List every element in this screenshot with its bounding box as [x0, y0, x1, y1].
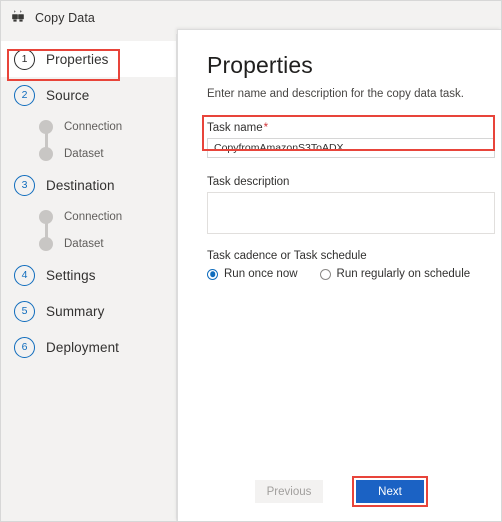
page-subtitle: Enter name and description for the copy …: [207, 88, 464, 100]
step-label: Summary: [46, 303, 105, 319]
properties-panel: Properties Enter name and description fo…: [177, 29, 501, 521]
step-number-badge: 6: [14, 336, 35, 358]
window-title: Copy Data: [35, 10, 95, 25]
destination-substeps: Connection Dataset: [1, 203, 176, 257]
task-cadence-group: Task cadence or Task schedule Run once n…: [207, 250, 501, 280]
next-button[interactable]: Next: [356, 480, 424, 503]
substep-dot-icon: [39, 209, 53, 224]
sidebar-step-source[interactable]: 2 Source: [1, 77, 176, 113]
task-description-input[interactable]: [207, 192, 495, 234]
step-label: Settings: [46, 267, 96, 283]
sidebar-step-settings[interactable]: 4 Settings: [1, 257, 176, 293]
task-name-field-group: Task name* CopyfromAmazonS3ToADX: [207, 122, 501, 158]
substep-destination-dataset[interactable]: Dataset: [39, 230, 176, 257]
previous-button-wrap: Previous: [251, 476, 327, 507]
radio-selected-icon: [207, 268, 218, 280]
sidebar-step-destination[interactable]: 3 Destination: [1, 167, 176, 203]
substep-source-connection[interactable]: Connection: [39, 113, 176, 140]
step-number-badge: 4: [14, 264, 35, 286]
task-description-field-group: Task description: [207, 176, 501, 234]
sidebar-step-summary[interactable]: 5 Summary: [1, 293, 176, 329]
substep-source-dataset[interactable]: Dataset: [39, 140, 176, 167]
substep-label: Dataset: [64, 147, 104, 160]
step-label: Properties: [46, 51, 109, 67]
substep-dot-icon: [39, 236, 53, 251]
radio-label: Run regularly on schedule: [336, 268, 471, 280]
task-name-input[interactable]: CopyfromAmazonS3ToADX: [207, 138, 495, 158]
sidebar-step-properties[interactable]: 1 Properties: [1, 41, 176, 77]
task-cadence-radio-group: Run once now Run regularly on schedule: [207, 268, 501, 280]
substep-dot-icon: [39, 146, 53, 161]
task-name-label: Task name*: [207, 122, 501, 134]
substep-label: Dataset: [64, 237, 104, 250]
step-label: Deployment: [46, 339, 120, 355]
step-number-badge: 2: [14, 84, 35, 106]
radio-run-regularly-on-schedule[interactable]: Run regularly on schedule: [319, 268, 471, 280]
substep-dot-icon: [39, 119, 53, 134]
step-number-badge: 1: [14, 48, 35, 70]
page-title: Properties: [207, 52, 313, 78]
next-button-highlight: Next: [352, 476, 428, 507]
substep-label: Connection: [64, 210, 123, 223]
radio-label: Run once now: [224, 268, 298, 280]
required-marker: *: [263, 122, 269, 134]
copy-data-icon: [12, 10, 24, 22]
sidebar-step-deployment[interactable]: 6 Deployment: [1, 329, 176, 365]
step-label: Source: [46, 87, 90, 103]
substep-label: Connection: [64, 120, 123, 133]
step-label: Destination: [46, 177, 115, 193]
step-number-badge: 5: [14, 300, 35, 322]
task-cadence-label: Task cadence or Task schedule: [207, 250, 367, 262]
radio-unselected-icon: [319, 268, 331, 280]
source-substeps: Connection Dataset: [1, 113, 176, 167]
wizard-footer: Previous Next: [178, 476, 501, 507]
task-description-label: Task description: [207, 176, 290, 188]
wizard-steps-rail: 1 Properties 2 Source Connection Dataset…: [1, 34, 177, 521]
step-number-badge: 3: [14, 174, 35, 196]
copy-data-wizard: Copy Data 1 Properties 2 Source Connecti…: [0, 0, 502, 522]
task-name-label-text: Task name: [207, 122, 263, 134]
radio-run-once-now[interactable]: Run once now: [207, 268, 298, 280]
substep-destination-connection[interactable]: Connection: [39, 203, 176, 230]
task-name-value: CopyfromAmazonS3ToADX: [214, 142, 344, 154]
previous-button[interactable]: Previous: [255, 480, 323, 503]
